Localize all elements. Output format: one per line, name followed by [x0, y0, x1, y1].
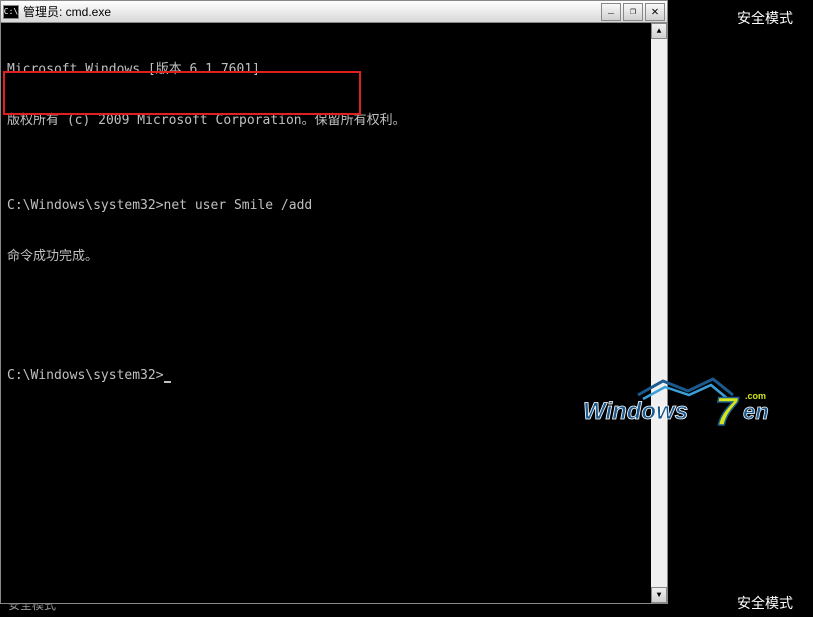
terminal-area: Microsoft Windows [版本 6.1.7601] 版权所有 (c)…: [1, 23, 667, 603]
terminal-line: 命令成功完成。: [7, 248, 645, 265]
terminal-line: 版权所有 (c) 2009 Microsoft Corporation。保留所有…: [7, 112, 645, 129]
scroll-up-button[interactable]: ▲: [651, 23, 667, 39]
vertical-scrollbar[interactable]: ▲ ▼: [651, 23, 667, 603]
close-button[interactable]: ✕: [645, 3, 665, 21]
terminal-line: C:\Windows\system32>net user Smile /add: [7, 197, 645, 214]
scroll-down-button[interactable]: ▼: [651, 587, 667, 603]
terminal-prompt-line: C:\Windows\system32>: [7, 367, 645, 384]
terminal-prompt: C:\Windows\system32>: [7, 368, 164, 383]
cmd-icon: C:\: [3, 5, 19, 19]
terminal-output[interactable]: Microsoft Windows [版本 6.1.7601] 版权所有 (c)…: [1, 23, 651, 603]
scroll-track[interactable]: [651, 39, 667, 587]
terminal-cursor: [164, 381, 171, 383]
window-titlebar[interactable]: C:\ 管理员: cmd.exe _ ❐ ✕: [1, 1, 667, 23]
window-controls: _ ❐ ✕: [601, 3, 665, 21]
safe-mode-label-top-right: 安全模式: [737, 8, 793, 28]
window-title: 管理员: cmd.exe: [23, 3, 601, 20]
minimize-button[interactable]: _: [601, 3, 621, 21]
cmd-window: C:\ 管理员: cmd.exe _ ❐ ✕ Microsoft Windows…: [0, 0, 668, 604]
cmd-icon-text: C:\: [4, 7, 18, 16]
terminal-line: Microsoft Windows [版本 6.1.7601]: [7, 61, 645, 78]
maximize-button[interactable]: ❐: [623, 3, 643, 21]
safe-mode-label-bottom-right: 安全模式: [737, 593, 793, 613]
